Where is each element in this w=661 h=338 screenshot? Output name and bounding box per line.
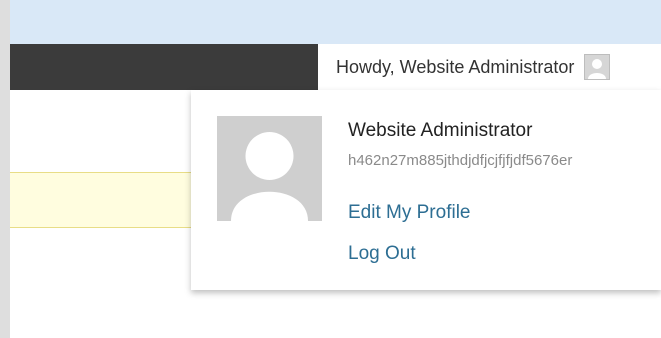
- profile-username: h462n27m885jthdjdfjcjfjfjdf5676er: [348, 152, 573, 169]
- profile-display-name: Website Administrator: [348, 120, 533, 141]
- my-account-menu-toggle[interactable]: Howdy, Website Administrator: [318, 44, 661, 90]
- user-avatar-icon: [584, 54, 611, 80]
- edit-profile-link[interactable]: Edit My Profile: [348, 202, 470, 224]
- top-strip: [10, 0, 661, 44]
- user-dropdown-menu: Website Administrator h462n27m885jthdjdf…: [191, 90, 661, 290]
- howdy-greeting: Howdy, Website Administrator: [336, 56, 575, 77]
- logout-link[interactable]: Log Out: [348, 243, 416, 265]
- user-avatar-icon: [217, 116, 322, 221]
